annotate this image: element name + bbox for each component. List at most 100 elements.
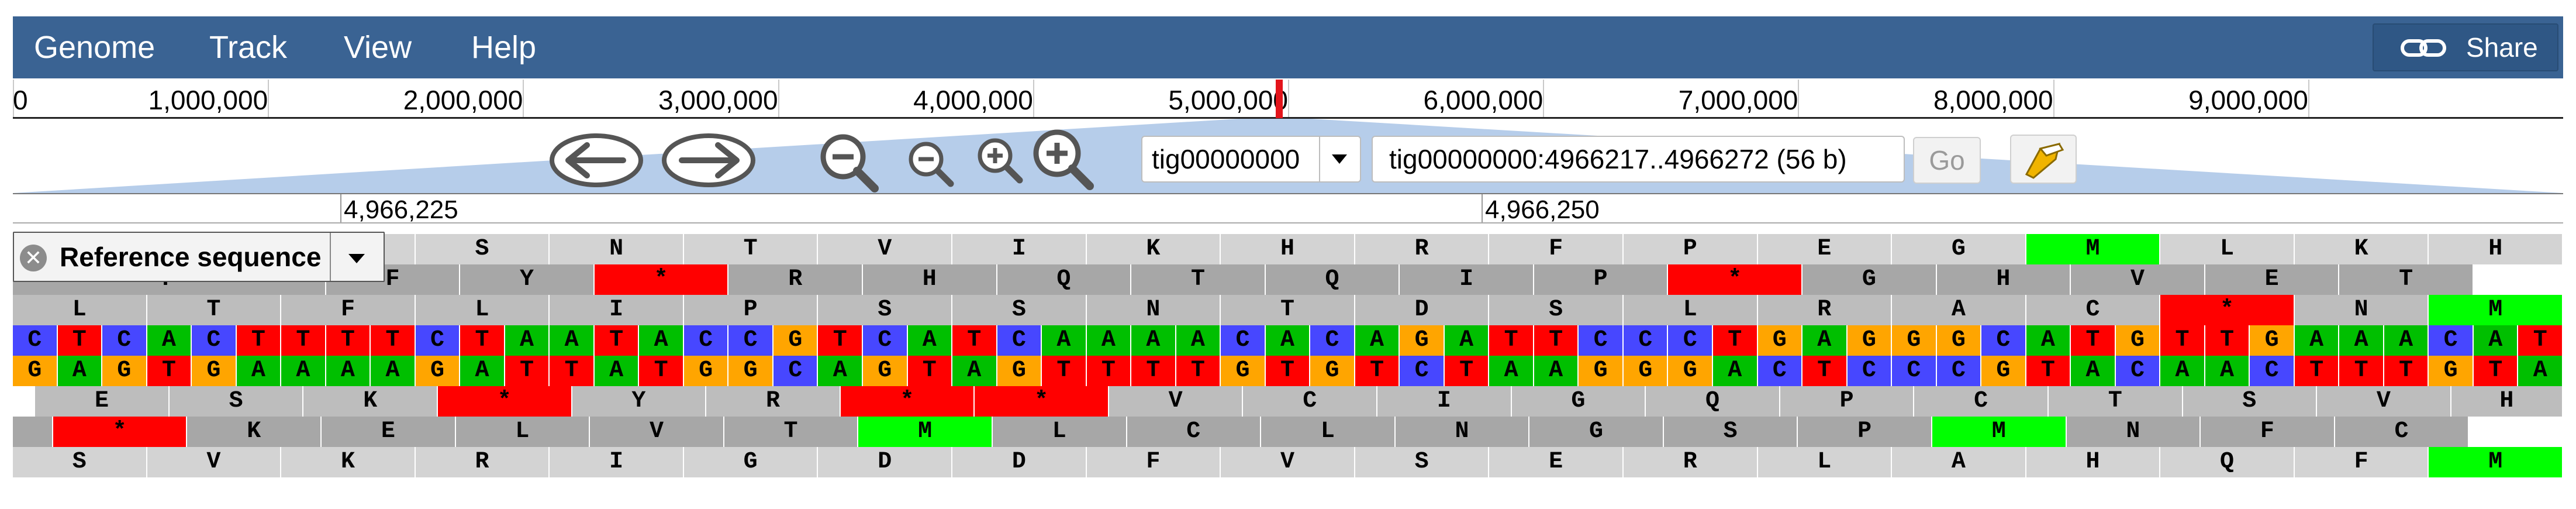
amino-acid-cell: R bbox=[1355, 234, 1490, 264]
reverse-frame-3: SVKRIGDDFVSERLAHQFM bbox=[13, 447, 2563, 477]
base-cell: A bbox=[1086, 325, 1132, 356]
current-view-marker[interactable] bbox=[1276, 80, 1283, 118]
sequence-select-value: tig00000000 bbox=[1152, 144, 1300, 174]
amino-acid-cell: H bbox=[1221, 234, 1355, 264]
amino-acid-cell: T bbox=[1221, 295, 1355, 325]
base-cell: T bbox=[1444, 356, 1490, 386]
amino-acid-cell: C bbox=[2026, 295, 2161, 325]
base-cell: C bbox=[728, 325, 774, 356]
zoom-in-more-icon[interactable] bbox=[1029, 125, 1098, 194]
amino-acid-cell: K bbox=[187, 417, 322, 447]
pan-right-icon[interactable] bbox=[661, 132, 757, 188]
amino-acid-cell: K bbox=[1086, 234, 1221, 264]
base-cell: T bbox=[2473, 356, 2519, 386]
overview-label: 7,000,000 bbox=[1678, 85, 1798, 115]
amino-acid-cell: V bbox=[2317, 386, 2451, 417]
go-button[interactable]: Go bbox=[1913, 137, 1981, 184]
amino-acid-cell: R bbox=[706, 386, 841, 417]
base-cell: G bbox=[415, 356, 461, 386]
amino-acid-cell: L bbox=[415, 295, 550, 325]
amino-acid-cell: C bbox=[1914, 386, 2049, 417]
overview-label: 8,000,000 bbox=[1933, 85, 2053, 115]
overview-tick bbox=[778, 80, 779, 118]
base-cell: A bbox=[1444, 325, 1490, 356]
base-cell: G bbox=[728, 356, 774, 386]
base-cell: A bbox=[550, 325, 595, 356]
base-cell: T bbox=[818, 325, 863, 356]
base-cell: T bbox=[1176, 356, 1221, 386]
amino-acid-cell: P bbox=[1623, 234, 1758, 264]
base-cell: A bbox=[1534, 356, 1579, 386]
amino-acid-cell: H bbox=[863, 264, 997, 295]
ruler-label: 4,966,225 bbox=[344, 195, 458, 224]
amino-acid-cell: L bbox=[13, 295, 147, 325]
base-cell: C bbox=[1936, 356, 1982, 386]
base-cell: T bbox=[2518, 325, 2563, 356]
amino-acid-cell: N bbox=[550, 234, 684, 264]
amino-acid-cell: E bbox=[1489, 447, 1624, 477]
base-cell: T bbox=[2339, 356, 2384, 386]
highlight-button[interactable] bbox=[2010, 135, 2077, 184]
pan-left-icon[interactable] bbox=[548, 132, 644, 188]
amino-acid-cell: I bbox=[550, 295, 684, 325]
base-cell: A bbox=[594, 356, 640, 386]
amino-acid-cell: N bbox=[1086, 295, 1221, 325]
base-cell: G bbox=[2250, 325, 2295, 356]
base-cell: C bbox=[2429, 325, 2474, 356]
zoom-out-more-icon[interactable] bbox=[816, 130, 882, 195]
overview-tick bbox=[1033, 80, 1034, 118]
amino-acid-cell: F bbox=[2201, 417, 2335, 447]
base-cell: C bbox=[415, 325, 461, 356]
amino-acid-cell: Q bbox=[1646, 386, 1780, 417]
amino-acid-cell: V bbox=[590, 417, 724, 447]
overview-label: 0 bbox=[13, 85, 28, 115]
overview-tick bbox=[1543, 80, 1545, 118]
track-menu-dropdown[interactable] bbox=[330, 233, 384, 281]
amino-acid-cell: I bbox=[1377, 386, 1512, 417]
amino-acid-cell: D bbox=[818, 447, 953, 477]
base-cell: T bbox=[326, 325, 371, 356]
base-cell: T bbox=[639, 356, 684, 386]
base-cell: A bbox=[505, 325, 550, 356]
amino-acid-cell: * bbox=[1668, 264, 1803, 295]
amino-acid-cell: V bbox=[2071, 264, 2205, 295]
amino-acid-cell: G bbox=[683, 447, 819, 477]
amino-acid-cell: Y bbox=[460, 264, 595, 295]
amino-acid-cell: M bbox=[2026, 234, 2161, 264]
forward-frame-3: L T F L I P S S N T D S L R A C * N M bbox=[13, 295, 2563, 325]
amino-acid-cell: M bbox=[1932, 417, 2067, 447]
overview-tick bbox=[2053, 80, 2054, 118]
base-cell: C bbox=[102, 325, 147, 356]
base-cell: T bbox=[594, 325, 640, 356]
amino-acid-cell: L bbox=[992, 417, 1127, 447]
base-cell: T bbox=[371, 325, 416, 356]
base-cell: C bbox=[683, 325, 729, 356]
location-input[interactable]: tig00000000:4966217..4966272 (56 b) bbox=[1372, 136, 1905, 183]
base-cell: A bbox=[371, 356, 416, 386]
ruler-tick bbox=[340, 194, 341, 222]
overview-scale[interactable]: 0 1,000,000 2,000,000 3,000,000 4,000,000 5,0… bbox=[13, 80, 2563, 119]
amino-acid-cell: M bbox=[2429, 295, 2563, 325]
amino-acid-cell: C bbox=[1243, 386, 1378, 417]
amino-acid-cell: S bbox=[818, 295, 953, 325]
forward-frame-1: SNTVIKHRFPEGMLKH bbox=[13, 234, 2563, 264]
close-icon[interactable]: ✕ bbox=[20, 245, 47, 271]
base-cell: C bbox=[1892, 356, 1937, 386]
track-label[interactable]: ✕ Reference sequence bbox=[13, 232, 385, 282]
base-cell: A bbox=[1355, 325, 1400, 356]
sequence-select[interactable]: tig00000000 bbox=[1141, 136, 1361, 183]
amino-acid-cell: Y bbox=[572, 386, 707, 417]
base-cell: A bbox=[1489, 356, 1534, 386]
base-cell: A bbox=[147, 325, 192, 356]
zoom-in-icon[interactable] bbox=[973, 133, 1027, 187]
amino-acid-cell: P bbox=[1534, 264, 1669, 295]
base-cell: T bbox=[2071, 325, 2116, 356]
amino-acid-cell: S bbox=[1489, 295, 1624, 325]
base-cell: T bbox=[550, 356, 595, 386]
amino-acid-cell: L bbox=[2160, 234, 2295, 264]
amino-acid-cell: E bbox=[322, 417, 456, 447]
overview-label: 9,000,000 bbox=[2188, 85, 2308, 115]
base-cell: C bbox=[13, 325, 58, 356]
zoom-out-icon[interactable] bbox=[904, 137, 958, 191]
amino-acid-cell: E bbox=[1757, 234, 1893, 264]
